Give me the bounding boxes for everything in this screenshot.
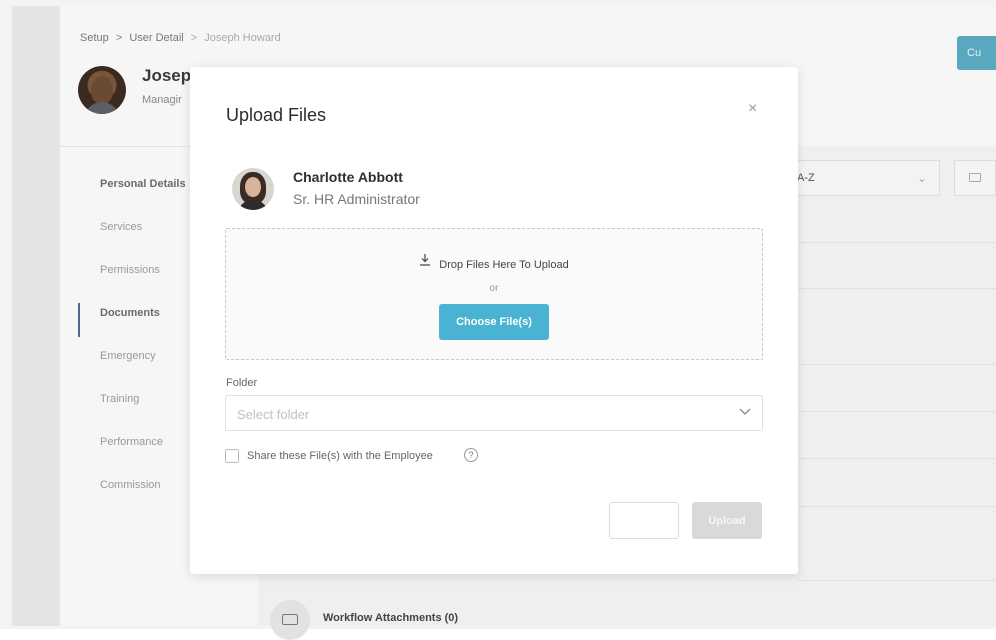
- workflow-attachments-label[interactable]: Workflow Attachments (0): [323, 612, 458, 624]
- sort-select-value: A-Z: [797, 172, 815, 184]
- cancel-button[interactable]: [609, 502, 679, 539]
- user-title: Managir: [142, 94, 182, 106]
- sidebar: Personal Details Services Permissions Do…: [78, 166, 198, 510]
- header-action-button[interactable]: Cu: [957, 36, 996, 70]
- folder-select-placeholder: Select folder: [237, 407, 310, 422]
- share-label[interactable]: Share these File(s) with the Employee: [247, 450, 433, 462]
- close-icon[interactable]: ×: [748, 100, 757, 118]
- uploader-role: Sr. HR Administrator: [293, 191, 420, 207]
- user-avatar: [78, 66, 126, 114]
- row-divider: [798, 364, 996, 365]
- sidebar-item-commission[interactable]: Commission: [78, 467, 198, 510]
- sidebar-item-documents[interactable]: Documents: [78, 295, 198, 338]
- uploader-name: Charlotte Abbott: [293, 169, 403, 185]
- sidebar-item-performance[interactable]: Performance: [78, 424, 198, 467]
- breadcrumb-user-detail[interactable]: User Detail: [129, 32, 183, 44]
- chevron-down-icon: ⌄: [916, 171, 927, 185]
- sidebar-item-emergency[interactable]: Emergency: [78, 338, 198, 381]
- breadcrumb-separator: >: [190, 32, 198, 44]
- upload-button[interactable]: Upload: [692, 502, 762, 539]
- breadcrumb-current: Joseph Howard: [204, 32, 281, 44]
- dropzone-or: or: [489, 283, 499, 294]
- sidebar-item-training[interactable]: Training: [78, 381, 198, 424]
- share-checkbox[interactable]: [225, 449, 239, 463]
- modal-title: Upload Files: [226, 105, 327, 125]
- breadcrumb: Setup > User Detail > Joseph Howard: [80, 32, 281, 44]
- folder-select[interactable]: Select folder: [225, 395, 763, 431]
- choose-files-button[interactable]: Choose File(s): [439, 304, 549, 340]
- breadcrumb-setup[interactable]: Setup: [80, 32, 109, 44]
- workflow-folder-icon: [270, 600, 310, 640]
- file-dropzone[interactable]: Drop Files Here To Upload or Choose File…: [225, 228, 763, 360]
- chevron-down-icon: [738, 404, 752, 418]
- row-divider: [798, 288, 996, 289]
- uploader-avatar: [232, 168, 274, 210]
- dropzone-prompt: Drop Files Here To Upload: [226, 253, 762, 271]
- folder-icon: [969, 173, 981, 182]
- help-icon[interactable]: ?: [464, 448, 478, 462]
- row-divider: [798, 411, 996, 412]
- new-folder-button[interactable]: [954, 160, 996, 196]
- breadcrumb-separator: >: [115, 32, 123, 44]
- row-divider: [798, 506, 996, 507]
- download-icon: [419, 253, 431, 269]
- sidebar-item-personal-details[interactable]: Personal Details: [78, 166, 198, 209]
- sort-select[interactable]: A-Z ⌄: [790, 160, 940, 196]
- app-left-rail: [12, 6, 60, 626]
- row-divider: [798, 458, 996, 459]
- row-divider: [798, 580, 996, 581]
- row-divider: [798, 242, 996, 243]
- sidebar-item-permissions[interactable]: Permissions: [78, 252, 198, 295]
- user-name: Josep: [142, 66, 192, 85]
- sidebar-item-services[interactable]: Services: [78, 209, 198, 252]
- upload-files-modal: Upload Files × Charlotte Abbott Sr. HR A…: [190, 67, 798, 574]
- dropzone-text: Drop Files Here To Upload: [439, 259, 569, 271]
- folder-label: Folder: [226, 377, 258, 389]
